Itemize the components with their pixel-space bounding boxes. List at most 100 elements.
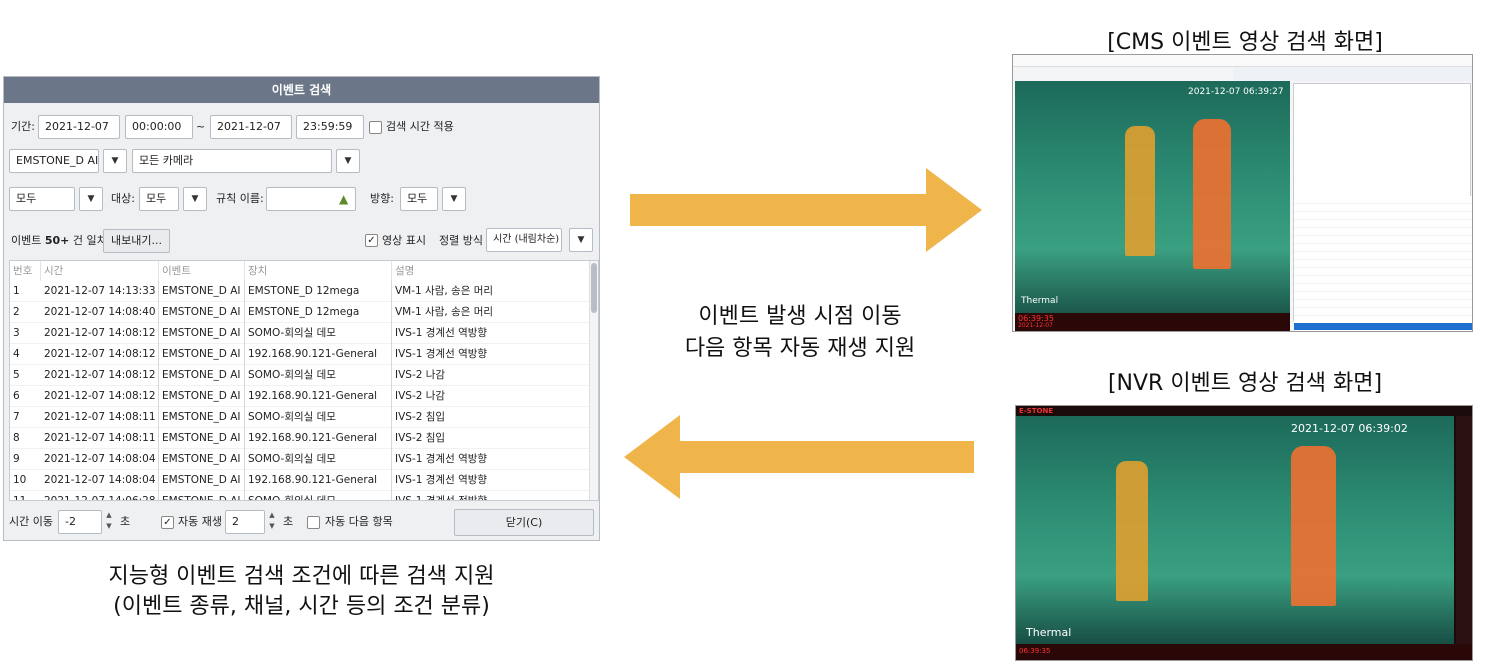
chevron-down-icon: ▼ [577, 235, 585, 245]
start-date-field[interactable]: 2021-12-07 [38, 115, 120, 139]
column-header[interactable]: 시간 [41, 261, 159, 281]
dialog-title: 이벤트 검색 [4, 77, 599, 103]
close-button[interactable]: 닫기(C) [454, 509, 594, 536]
start-time-field[interactable]: 00:00:00 [125, 115, 193, 139]
cms-toolbar [1233, 67, 1472, 81]
table-cell: EMSTONE_D AI [159, 470, 245, 491]
nvr-screen-title: [NVR 이벤트 영상 검색 화면] [1107, 371, 1383, 396]
table-cell: VM-1 사람, 송은 머리 [392, 302, 592, 323]
table-cell: EMSTONE_D 12mega [245, 281, 392, 302]
time-move-input[interactable]: -2 [58, 510, 102, 534]
table-cell: 9 [13, 453, 20, 465]
device-select[interactable]: EMSTONE_D AI [9, 149, 99, 173]
cms-timeline[interactable]: 06:39:35 2021-12-07 [1015, 313, 1290, 331]
column-header[interactable]: 설명 [392, 261, 592, 281]
cms-event-rows [1294, 196, 1472, 331]
range-tilde: ~ [196, 120, 206, 133]
table-cell: EMSTONE_D AI [159, 344, 245, 365]
cms-video-view[interactable]: 2021-12-07 06:39:27 Thermal [1015, 81, 1290, 321]
camera-select[interactable]: 모든 카메라 [132, 149, 332, 173]
cms-person-figure-2 [1193, 119, 1231, 269]
direction-dropdown-button[interactable]: ▼ [442, 187, 466, 211]
sort-dropdown-button[interactable]: ▼ [569, 228, 593, 252]
table-cell: EMSTONE_D 12mega [245, 302, 392, 323]
table-cell: 10 [13, 474, 27, 486]
nvr-side-panel [1456, 416, 1472, 644]
table-cell: EMSTONE_D AI [159, 281, 245, 302]
rule-name-label: 규칙 이름: [216, 192, 264, 205]
left-caption-line2: (이벤트 종류, 채널, 시간 등의 조건 분류) [113, 594, 490, 619]
table-row[interactable]: 4 2021-12-07 14:08:12 EMSTONE_D AI 192.168.… [10, 344, 592, 365]
direction-select[interactable]: 모두 [400, 187, 438, 211]
time-move-spinner[interactable]: ▲ ▼ [103, 510, 115, 534]
rule-picker-icon[interactable]: ▲ [339, 192, 348, 206]
show-video-checkbox[interactable]: ✓ [365, 234, 378, 247]
column-header[interactable]: 번호 [10, 261, 41, 281]
table-cell: IVS-1 경계선 역방향 [392, 344, 592, 365]
cms-screen-title: [CMS 이벤트 영상 검색 화면] [1107, 30, 1383, 55]
device-dropdown-button[interactable]: ▼ [103, 149, 127, 173]
target-dropdown-button[interactable]: ▼ [183, 187, 207, 211]
nvr-timeline[interactable]: 06:39:35 [1016, 644, 1472, 660]
table-cell: IVS-2 침입 [392, 428, 592, 449]
end-time-field[interactable]: 23:59:59 [296, 115, 364, 139]
table-row[interactable]: 7 2021-12-07 14:08:11 EMSTONE_D AI SOMO-회의실… [10, 407, 592, 428]
cms-timestamp: 2021-12-07 06:39:27 [1188, 87, 1284, 97]
table-cell: 192.168.90.121-General [245, 344, 392, 365]
table-cell: 1 [13, 285, 20, 297]
cms-date: 2021-12-07 [1018, 322, 1053, 329]
table-row[interactable]: 6 2021-12-07 14:08:12 EMSTONE_D AI 192.168.… [10, 386, 592, 407]
table-cell: 192.168.90.121-General [245, 428, 392, 449]
table-row[interactable]: 2 2021-12-07 14:08:40 EMSTONE_D AI EMSTONE_… [10, 302, 592, 323]
autoplay-seconds-input[interactable]: 2 [225, 510, 265, 534]
table-row[interactable]: 3 2021-12-07 14:08:12 EMSTONE_D AI SOMO-회의실… [10, 323, 592, 344]
auto-next-checkbox[interactable] [307, 516, 320, 529]
end-date-field[interactable]: 2021-12-07 [210, 115, 292, 139]
table-row[interactable]: 5 2021-12-07 14:08:12 EMSTONE_D AI SOMO-회의실… [10, 365, 592, 386]
nvr-timestamp: 2021-12-07 06:39:02 [1291, 422, 1408, 435]
nvr-clock: 06:39:35 [1019, 647, 1051, 655]
chevron-down-icon: ▼ [87, 194, 95, 204]
target-label: 대상: [111, 192, 135, 205]
type-select[interactable]: 모두 [9, 187, 75, 211]
results-table: 번호 시간 이벤트 장치 설명 1 2021-12-07 14:13:33 EMSTONE_… [9, 260, 599, 501]
table-row[interactable]: 8 2021-12-07 14:08:11 EMSTONE_D AI 192.168.… [10, 428, 592, 449]
autoplay-checkbox[interactable]: ✓ [161, 516, 174, 529]
table-cell: IVS-2 침입 [392, 407, 592, 428]
table-cell: 5 [13, 369, 20, 381]
autoplay-spinner[interactable]: ▲ ▼ [266, 510, 278, 534]
left-caption-line1: 지능형 이벤트 검색 조건에 따른 검색 지원 [108, 564, 495, 589]
column-header[interactable]: 이벤트 [159, 261, 245, 281]
table-cell: EMSTONE_D AI [159, 428, 245, 449]
target-select[interactable]: 모두 [139, 187, 179, 211]
nvr-person-figure-2 [1291, 446, 1336, 606]
cms-thermal-label: Thermal [1021, 296, 1059, 306]
cms-event-list [1293, 83, 1472, 331]
nvr-thermal-label: Thermal [1026, 626, 1072, 639]
autoplay-unit: 초 [283, 515, 294, 528]
table-row[interactable]: 10 2021-12-07 14:08:04 EMSTONE_D AI 192.168… [10, 470, 592, 491]
nvr-screenshot: E-STONE 2021-12-07 06:39:02 Thermal 06:3… [1015, 405, 1473, 661]
apply-time-checkbox[interactable] [369, 121, 382, 134]
sort-select[interactable]: 시간 (내림차순) [486, 228, 562, 252]
column-header[interactable]: 장치 [245, 261, 392, 281]
middle-caption-line1: 이벤트 발생 시점 이동 [698, 304, 902, 329]
table-row[interactable]: 9 2021-12-07 14:08:04 EMSTONE_D AI SOMO-회의실… [10, 449, 592, 470]
table-row[interactable]: 11 2021-12-07 14:06:28 EMSTONE_D AI SOMO-회의… [10, 491, 592, 500]
nvr-video-view[interactable]: 2021-12-07 06:39:02 Thermal [1016, 416, 1454, 644]
scrollbar-thumb[interactable] [591, 263, 597, 313]
table-cell: 2021-12-07 14:08:40 [41, 302, 159, 323]
export-button[interactable]: 내보내기... [103, 229, 170, 253]
chevron-down-icon: ▼ [111, 156, 119, 166]
table-cell: 7 [13, 411, 20, 423]
period-label: 기간: [11, 120, 35, 133]
camera-dropdown-button[interactable]: ▼ [336, 149, 360, 173]
table-row[interactable]: 1 2021-12-07 14:13:33 EMSTONE_D AI EMSTONE_… [10, 281, 592, 302]
table-cell: EMSTONE_D AI [159, 302, 245, 323]
cms-titlebar [1013, 55, 1472, 67]
table-cell: IVS-1 경계선 역방향 [392, 449, 592, 470]
type-dropdown-button[interactable]: ▼ [79, 187, 103, 211]
table-scrollbar[interactable] [589, 261, 598, 500]
cms-selected-row[interactable] [1294, 323, 1472, 330]
table-cell: IVS-2 나감 [392, 365, 592, 386]
